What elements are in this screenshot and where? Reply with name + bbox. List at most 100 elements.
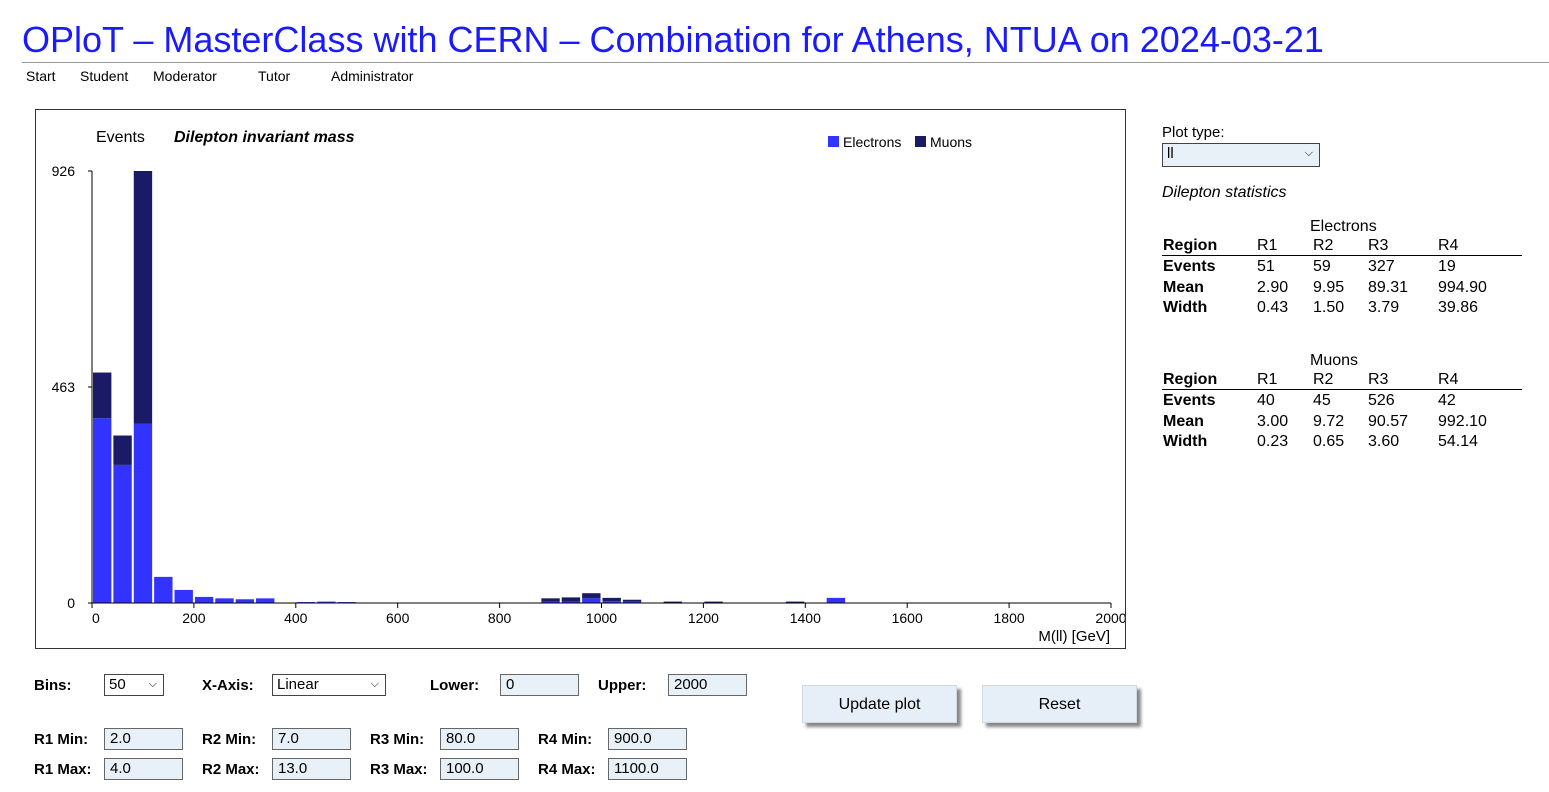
stats-row-label: Width — [1163, 299, 1208, 316]
x-axis-label: M(ll) [GeV] — [1038, 628, 1110, 645]
stats-cell: 42 — [1438, 392, 1456, 409]
r4-min-label: R4 Min: — [538, 731, 593, 748]
r1-max-label: R1 Max: — [34, 761, 92, 778]
lower-label: Lower: — [430, 677, 480, 694]
r2-min-input[interactable]: 7.0 — [272, 728, 351, 750]
stats-caption: Electrons — [1310, 218, 1377, 235]
bar-electrons — [256, 598, 275, 603]
bar-muons — [582, 593, 601, 599]
nav-administrator[interactable]: Administrator — [331, 68, 413, 84]
r2-max-input[interactable]: 13.0 — [272, 758, 351, 780]
stats-cell: 992.10 — [1438, 412, 1487, 430]
xaxis-label: X-Axis: — [202, 677, 254, 694]
r4-max-input[interactable]: 1100.0 — [608, 758, 687, 780]
histogram-bars — [93, 171, 846, 604]
chevron-down-icon: ⌵ — [148, 678, 157, 690]
r1-min-label: R1 Min: — [34, 731, 89, 748]
stats-cell: 0.23 — [1257, 433, 1289, 450]
xaxis-select[interactable]: Linear ⌵ — [272, 674, 386, 696]
stats-cell: 59 — [1313, 258, 1331, 275]
nav-student[interactable]: Student — [80, 68, 128, 84]
stats-header-cell: R1 — [1257, 371, 1278, 388]
chevron-down-icon: ⌵ — [370, 678, 379, 690]
bar-muons — [663, 601, 683, 603]
stats-header-cell: R3 — [1368, 371, 1389, 388]
bar-electrons — [582, 598, 601, 603]
r4-min-input[interactable]: 900.0 — [608, 728, 687, 750]
plot-type-value: ll — [1167, 145, 1174, 162]
title-divider — [22, 62, 1549, 63]
stats-title: Dilepton statistics — [1162, 184, 1287, 201]
r4-max-label: R4 Max: — [538, 761, 596, 778]
r1-max-input[interactable]: 4.0 — [104, 758, 183, 780]
bar-muons — [133, 171, 153, 424]
bar-electrons — [133, 423, 153, 603]
x-tick-label: 200 — [182, 610, 206, 626]
stats-cell: 3.00 — [1257, 412, 1289, 430]
stats-cell: 45 — [1313, 392, 1331, 409]
stats-header-cell: R4 — [1438, 371, 1459, 388]
stats-cell: 9.95 — [1313, 278, 1345, 296]
bar-muons — [541, 598, 560, 602]
stats-cell: 0.43 — [1257, 299, 1289, 316]
x-tick-label: 0 — [92, 610, 100, 626]
bar-electrons — [826, 597, 846, 603]
stats-row-label: Mean — [1163, 278, 1204, 296]
nav-start[interactable]: Start — [26, 68, 56, 84]
chart-title: Dilepton invariant mass — [174, 129, 355, 146]
nav-moderator[interactable]: Moderator — [153, 68, 217, 84]
nav-tutor[interactable]: Tutor — [258, 68, 290, 84]
bar-muons — [704, 601, 723, 603]
bar-electrons — [113, 464, 132, 603]
stats-header-cell: R2 — [1313, 237, 1334, 254]
stats-cell: 39.86 — [1438, 299, 1479, 316]
r2-min-label: R2 Min: — [202, 731, 257, 748]
x-tick-label: 1200 — [688, 610, 719, 626]
y-tick-label: 463 — [52, 379, 76, 395]
upper-input[interactable]: 2000 — [668, 674, 747, 696]
bar-muons — [622, 599, 642, 602]
r3-min-label: R3 Min: — [370, 731, 425, 748]
r2-max-label: R2 Max: — [202, 761, 260, 778]
bar-electrons — [93, 418, 112, 603]
stats-cell: 90.57 — [1368, 412, 1409, 430]
bar-muons — [113, 435, 132, 465]
r1-min-input[interactable]: 2.0 — [104, 728, 183, 750]
legend-label-muons: Muons — [930, 134, 972, 150]
r3-min-input[interactable]: 80.0 — [440, 728, 519, 750]
page-title: OPloT – MasterClass with CERN – Combinat… — [22, 19, 1324, 60]
upper-label: Upper: — [598, 677, 647, 694]
update-plot-button[interactable]: Update plot — [802, 685, 957, 723]
stats-caption: Muons — [1310, 352, 1359, 369]
r3-max-input[interactable]: 100.0 — [440, 758, 519, 780]
stats-row-label: Events — [1163, 392, 1216, 409]
axes: 0 200 400 600 800 1000 1200 1400 1600 1800 2000 926… — [52, 163, 1125, 626]
stats-cell: 1.50 — [1313, 299, 1345, 316]
reset-button[interactable]: Reset — [982, 685, 1137, 723]
bins-select[interactable]: 50 ⌵ — [104, 674, 164, 696]
bins-label: Bins: — [34, 677, 72, 694]
plot-type-label: Plot type: — [1162, 124, 1225, 141]
stats-cell: 327 — [1368, 258, 1395, 275]
lower-input[interactable]: 0 — [500, 674, 579, 696]
stats-cell: 526 — [1368, 392, 1395, 409]
bar-muons — [602, 597, 621, 602]
legend-swatch-electrons — [828, 136, 839, 147]
stats-header-cell: Region — [1163, 237, 1218, 254]
plot-type-select[interactable]: ll ⌵ — [1162, 143, 1320, 167]
y-axis-label: Events — [96, 129, 145, 146]
histogram-chart: Events Dilepton invariant mass M(ll) [Ge… — [52, 129, 1125, 645]
x-tick-label: 800 — [488, 610, 512, 626]
bar-muons — [93, 372, 112, 419]
stats-header-cell: R3 — [1368, 237, 1389, 254]
bins-value: 50 — [109, 676, 126, 693]
x-tick-label: 1800 — [994, 610, 1025, 626]
stats-cell: 2.90 — [1257, 278, 1289, 296]
bar-electrons — [174, 589, 193, 603]
stats-cell: 3.79 — [1368, 299, 1400, 316]
stats-header-rule — [1162, 389, 1522, 390]
stats-cell: 89.31 — [1368, 278, 1409, 296]
y-tick-label: 926 — [52, 163, 76, 179]
stats-header-cell: R4 — [1438, 237, 1459, 254]
plot-frame: Events Dilepton invariant mass M(ll) [Ge… — [35, 109, 1126, 649]
